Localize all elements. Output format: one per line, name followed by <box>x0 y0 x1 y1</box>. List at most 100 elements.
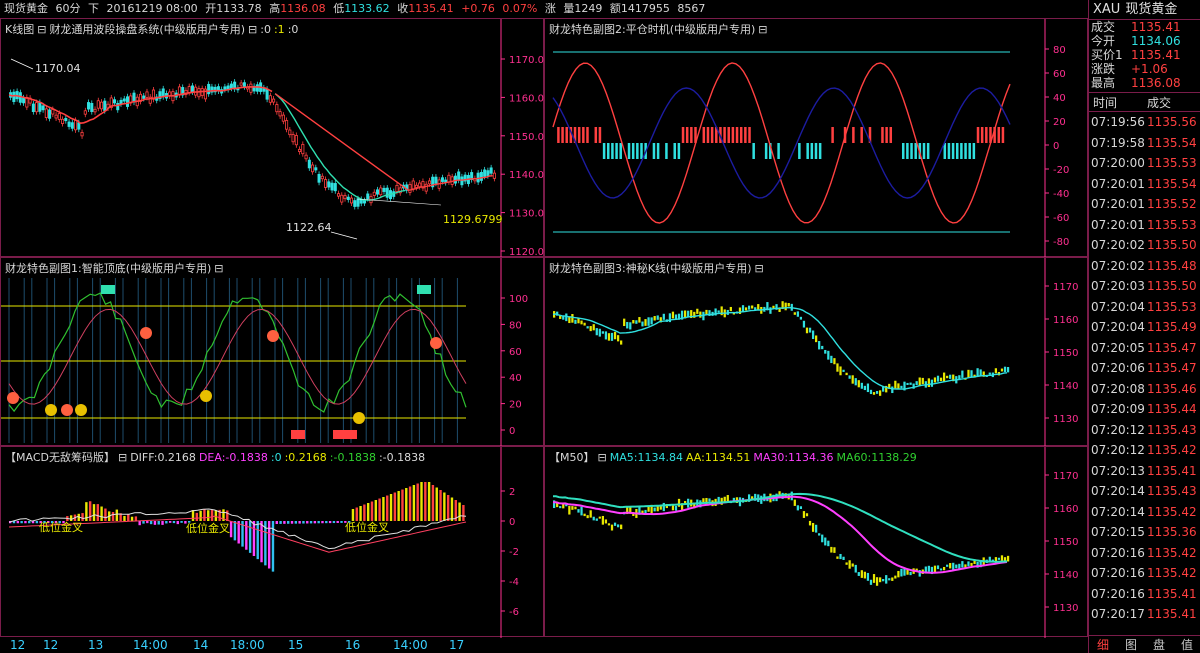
y-tick-label: 1130 <box>1053 414 1078 425</box>
y-tick-label: 1140 <box>1053 381 1078 392</box>
candle <box>967 561 970 567</box>
candle <box>610 524 614 531</box>
candle <box>601 515 604 525</box>
macd-bar <box>317 521 320 524</box>
candle <box>888 578 891 581</box>
candle <box>583 513 586 517</box>
macd-bar <box>134 516 138 521</box>
signal-bar <box>665 143 668 159</box>
candle <box>592 324 595 331</box>
candle <box>1003 366 1007 373</box>
fig3-panel[interactable]: 财龙特色副图3:神秘K线(中级版用户专用) ⊟ 1170 1160 1150 1140 1… <box>544 257 1088 447</box>
signal-bar <box>985 127 988 143</box>
kline-panel[interactable]: K线图 ⊟ 财龙通用波段操盘系统(中级版用户专用) ⊟:0:1:0 1170.0 116… <box>0 18 544 258</box>
macd-bar <box>16 521 20 524</box>
signal-bar <box>951 143 955 159</box>
candle <box>565 313 568 322</box>
candle <box>61 118 65 124</box>
candle <box>942 566 946 571</box>
tick-row: 07:20:16 1135.41 <box>1091 586 1197 601</box>
candle <box>979 369 982 376</box>
candle <box>51 109 55 115</box>
macd-bar <box>309 521 313 524</box>
macd-panel[interactable]: 【MACD无敌筹码版】 ⊟ DIFF:0.2168 DEA:-0.1838:0:0.2… <box>0 446 544 638</box>
period-selector[interactable]: 60分 <box>56 2 81 15</box>
macd-bar <box>443 492 446 521</box>
candle <box>936 565 940 570</box>
macd-bar <box>427 482 431 521</box>
signal-bar <box>980 127 984 143</box>
tick-row: 07:19:56 1135.56 <box>1091 115 1197 129</box>
candle <box>946 375 949 379</box>
candle <box>64 118 68 122</box>
tick-row: 07:19:58 1135.54 <box>1091 135 1197 150</box>
candle <box>921 377 924 385</box>
candle <box>827 350 830 360</box>
candle <box>249 83 253 93</box>
macd-bar <box>252 521 256 556</box>
amount-field: 额1417955 <box>609 2 670 15</box>
macd-bar <box>287 521 290 524</box>
candle <box>824 537 827 546</box>
signal-bar <box>881 127 884 143</box>
tick-row: 07:20:09 1135.44 <box>1091 402 1197 416</box>
signal-bar <box>710 127 714 143</box>
candle <box>255 84 259 92</box>
signal-bar <box>955 143 959 159</box>
candle <box>616 335 620 342</box>
tab-3[interactable]: 值 <box>1173 636 1200 653</box>
signal-icon <box>7 392 19 404</box>
instrument-name: 现货黄金 <box>4 2 48 15</box>
candle <box>656 315 659 320</box>
candle <box>647 506 650 512</box>
ma-line-cyan <box>274 93 406 201</box>
quote-row: 今开 1134.06 <box>1091 34 1181 48</box>
candle <box>100 101 104 110</box>
fig2-panel[interactable]: 财龙特色副图2:平仓时机(中级版用户专用) ⊟ 80 60 40 20 0 -20 -40 -6… <box>544 18 1088 258</box>
signal-bar <box>723 127 726 143</box>
tab-0[interactable]: 细 <box>1089 636 1117 653</box>
tab-1[interactable]: 图 <box>1117 636 1145 653</box>
candle <box>90 103 94 112</box>
tick-row: 07:20:16 1135.42 <box>1091 566 1197 580</box>
candle <box>285 120 289 130</box>
candle <box>161 88 165 98</box>
macd-bar <box>298 521 301 524</box>
signal-bar <box>656 143 660 159</box>
candle <box>1000 368 1004 372</box>
macd-bar <box>336 521 339 523</box>
candle <box>268 95 272 103</box>
macd-bar <box>111 512 115 521</box>
signal-bar <box>889 127 893 143</box>
y-tick-label: 1170 <box>1053 282 1078 293</box>
macd-bar <box>165 521 168 524</box>
candle <box>839 366 842 376</box>
tick-list[interactable]: 07:19:56 1135.56 07:19:58 1135.54 07:20:00 11… <box>1089 112 1200 625</box>
candle <box>595 518 598 521</box>
tick-row: 07:20:05 1135.47 <box>1091 340 1197 355</box>
candle <box>613 522 617 526</box>
ma-panel[interactable]: 【M50】 ⊟ MA5:1134.84 AA:1134.51 MA30:1134.36 M… <box>544 446 1088 638</box>
tab-2[interactable]: 盘 <box>1145 636 1173 653</box>
tick-row: 07:20:01 1135.54 <box>1091 176 1197 191</box>
candle <box>598 516 601 519</box>
candle <box>372 191 376 196</box>
candle <box>434 176 438 184</box>
signal-bar <box>565 127 568 143</box>
macd-bar <box>142 521 145 524</box>
candle <box>265 88 269 100</box>
y-tick-label: 20 <box>1053 117 1066 128</box>
macd-bar <box>450 497 454 521</box>
macd-bar <box>115 509 119 521</box>
fig1-panel[interactable]: 财龙特色副图1:智能顶底(中级版用户专用) ⊟ 100 80 60 40 20 0 <box>0 257 544 447</box>
candle <box>301 144 305 155</box>
candle <box>103 100 107 112</box>
candle <box>580 506 583 516</box>
y-tick-label: 1130.0 <box>509 209 544 220</box>
signal-bar <box>852 127 855 143</box>
macd-bar <box>24 521 27 524</box>
signal-bar <box>619 143 622 159</box>
signal-bar <box>673 143 676 159</box>
candle <box>936 375 940 382</box>
candle <box>414 184 418 188</box>
